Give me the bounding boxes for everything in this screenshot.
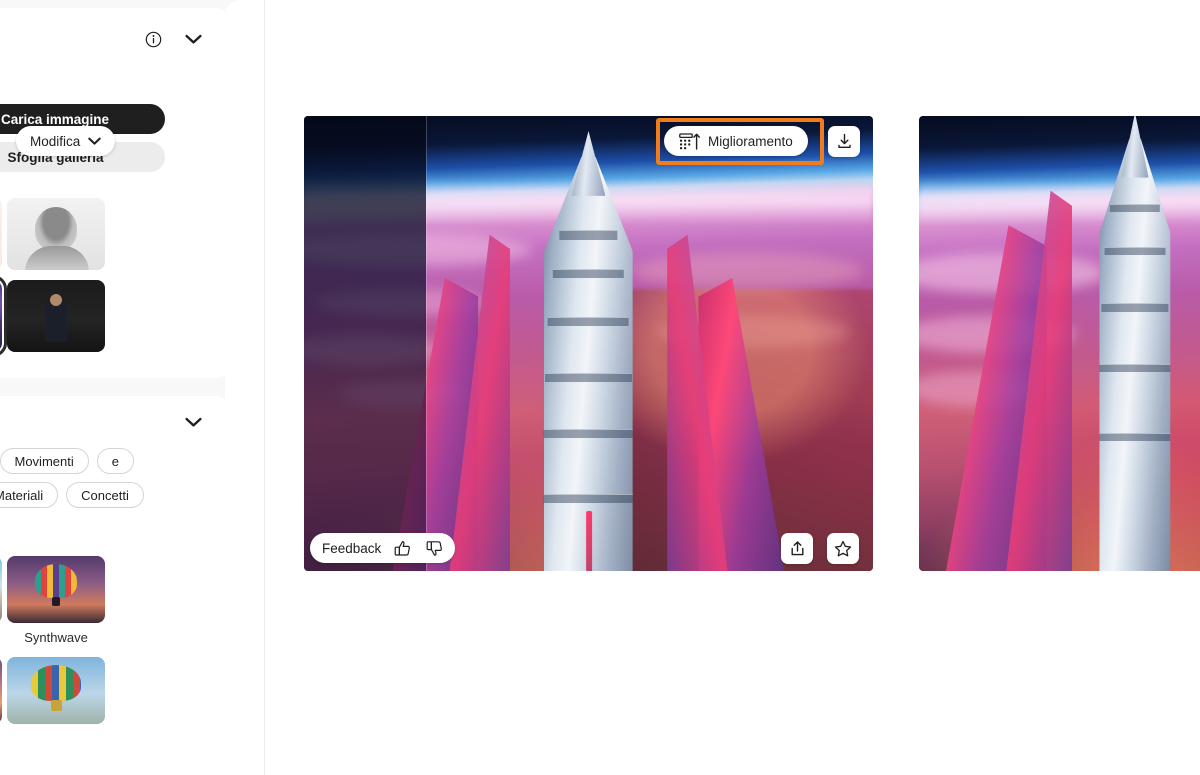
rocket-body-variant [946,116,1200,571]
chip-movimenti[interactable]: Movimenti [0,448,89,474]
share-icon [789,540,806,557]
style-item-label: rta sovrap… [0,630,2,645]
style-thumbnail [7,657,105,724]
style-item-synthwave[interactable]: Synthwave [7,556,105,645]
thumbnail-neon-clouds[interactable] [0,275,7,357]
style-item-4[interactable] [7,657,105,731]
upload-image-label: Carica immagine [0,111,110,127]
generated-rocket-image-variant[interactable] [919,116,1200,571]
chip-e[interactable]: e [96,448,134,474]
enhance-button-label: Miglioramento [708,133,793,149]
thumbnail-man-in-suit[interactable] [7,280,105,352]
rocket-body [389,131,788,571]
style-thumbnail [0,556,2,623]
rocket-artwork-variant [919,116,1200,571]
rocket-artwork [304,116,873,571]
enhance-button[interactable]: Miglioramento [664,126,808,156]
chip-materiali[interactable]: Materiali [0,482,59,508]
thumbnail-pencil-sketch-portrait[interactable] [7,198,105,270]
style-item-3[interactable] [0,657,2,731]
share-button[interactable] [781,533,813,564]
app-root: Carica immagine Sfoglia galleria Movimen… [0,0,1200,775]
style-item-label: Synthwave [24,630,88,645]
styles-panel: tendenza Movimenti e Effetti Materiali C… [0,396,230,775]
upscale-icon [679,132,700,150]
thumbnail-thumbs-up-illustration[interactable] [0,198,2,270]
style-item-carta-sovrapposta[interactable]: rta sovrap… [0,556,2,645]
upload-panel-header [0,8,230,70]
thumbs-down-icon[interactable] [423,537,445,559]
feedback-label: Feedback [322,540,382,556]
favorite-button[interactable] [827,533,859,564]
sidebar-white-strip [225,0,265,775]
generated-rocket-image[interactable] [304,116,873,571]
styles-panel-header [0,396,230,448]
download-button[interactable] [828,126,860,157]
upload-panel: Carica immagine Sfoglia galleria [0,8,230,378]
style-thumbnail [7,556,105,623]
download-icon [836,133,853,150]
star-icon [834,540,852,558]
info-circle-icon[interactable] [138,24,168,54]
left-sidebar: Carica immagine Sfoglia galleria Movimen… [0,0,265,775]
style-gallery-grid: rta sovrap… Synthwave [0,556,166,731]
feedback-toolbar: Feedback [310,533,456,563]
chip-concetti[interactable]: Concetti [66,482,144,508]
style-thumbnail [0,657,2,724]
edit-button-label: Modifica [30,133,81,149]
edit-button[interactable]: Modifica [16,126,116,156]
style-category-chips: tendenza Movimenti e Effetti Materiali C… [0,448,170,508]
chevron-down-icon[interactable] [178,407,208,437]
chevron-down-icon[interactable] [178,24,208,54]
uploaded-thumbnails-grid [0,198,166,357]
chevron-down-icon [88,137,101,146]
thumbs-up-icon[interactable] [391,537,413,559]
